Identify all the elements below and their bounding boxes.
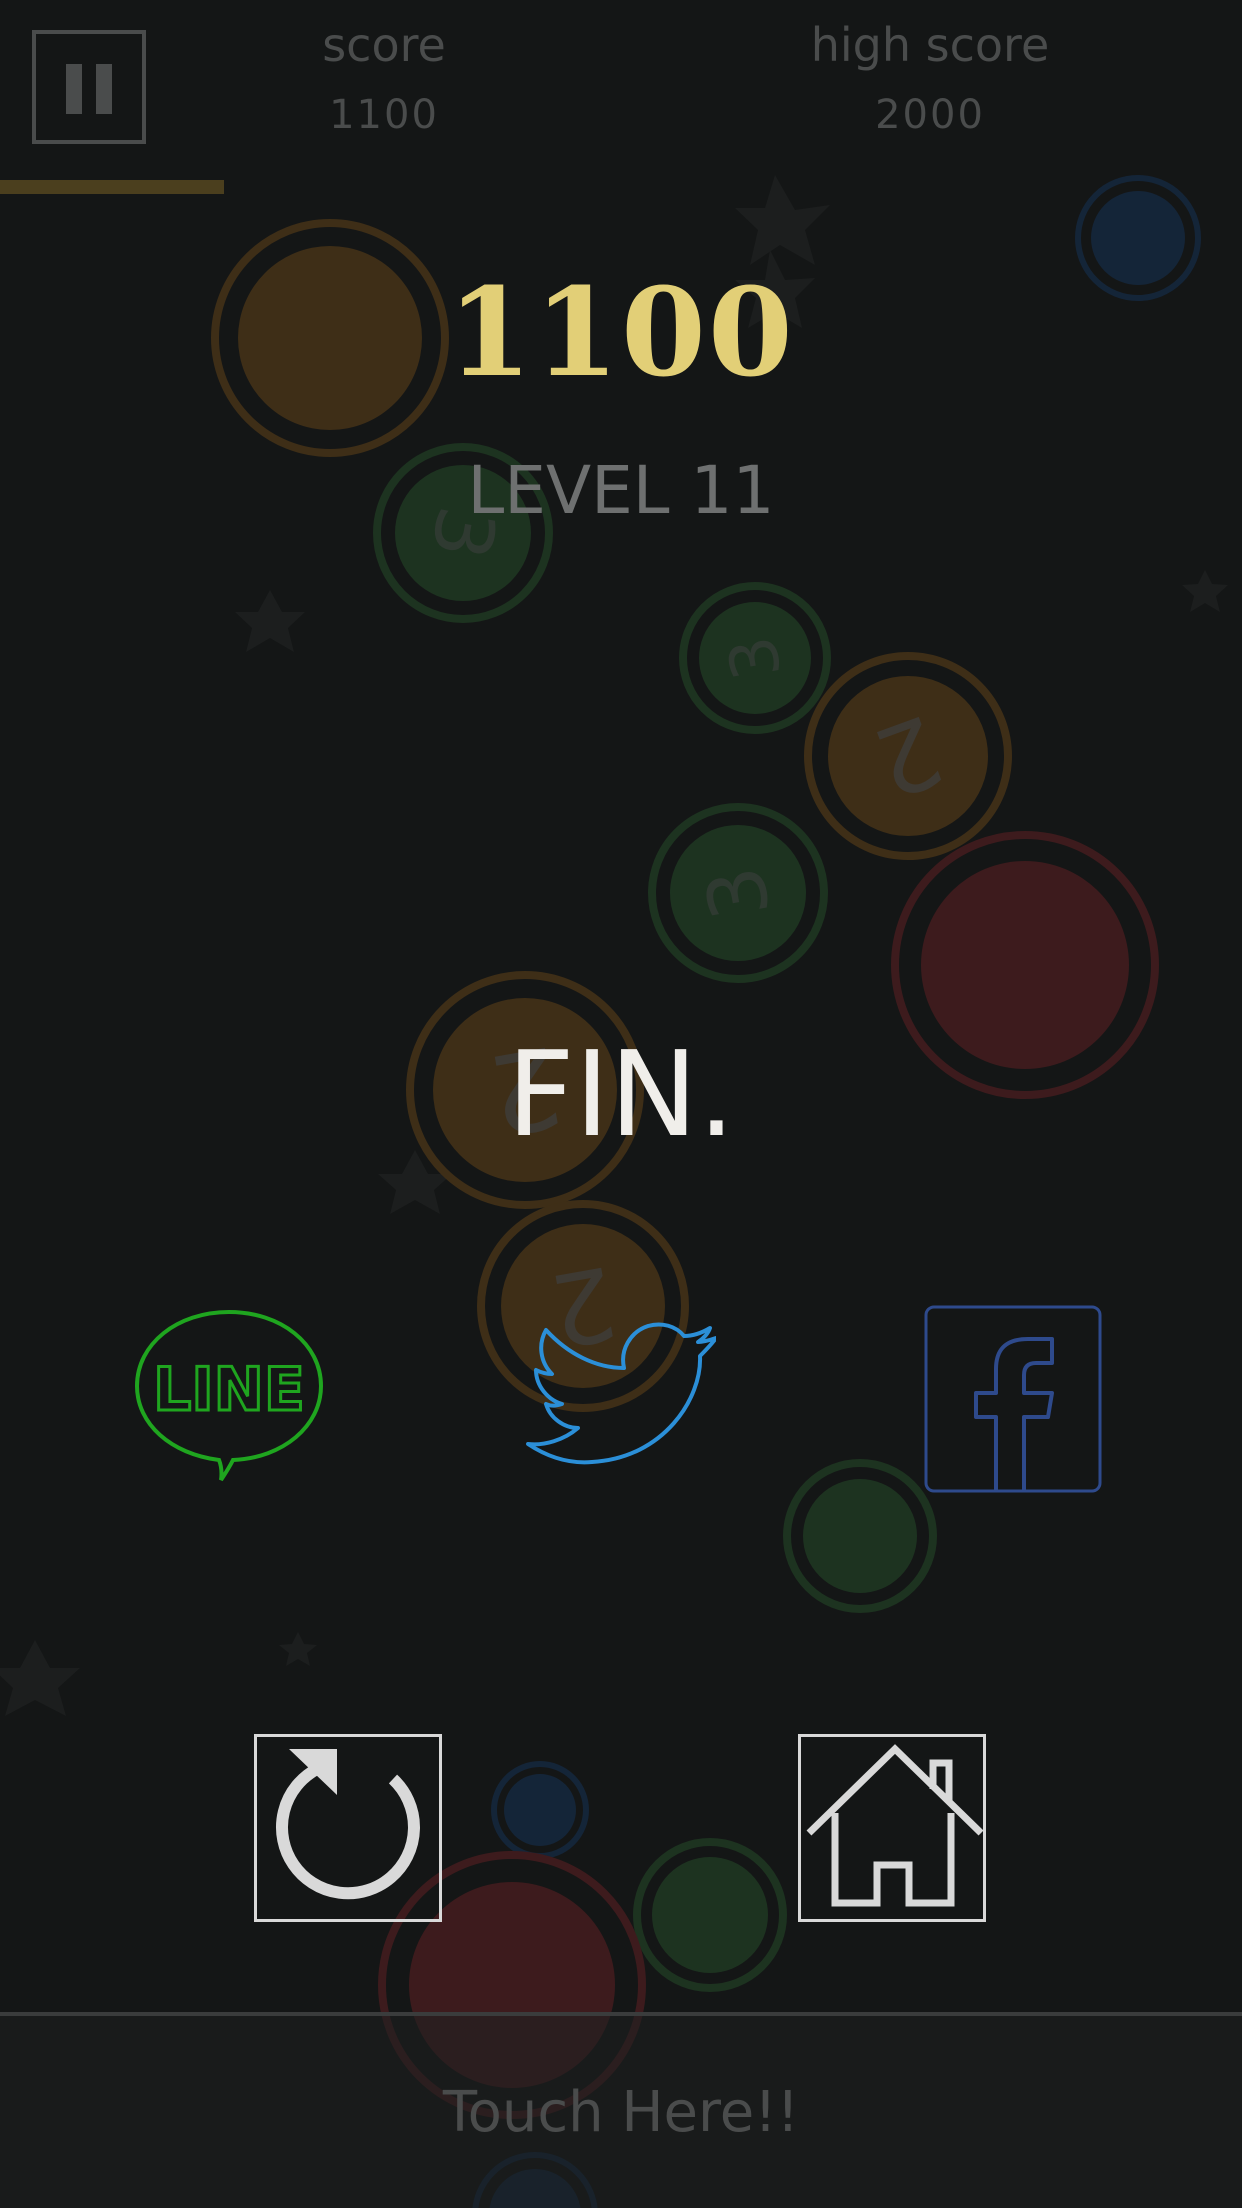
line-icon: LINE [134,1309,324,1482]
level-progress-fill [0,180,224,194]
star-shape [279,1632,317,1666]
bubble [783,1459,937,1613]
home-button[interactable] [798,1734,986,1922]
game-over-screen: 3 3 2 3 2 2 score 1100 high score 2000 1… [0,0,1242,2208]
restart-icon [276,1749,420,1900]
star-shape [1182,570,1228,612]
bubble: 3 [648,803,828,983]
pause-button[interactable] [32,30,146,144]
star-shape [0,1640,80,1716]
bubble [633,1838,787,1992]
game-over-message: FIN. [506,1025,736,1163]
star-shape [235,590,305,652]
level-label: LEVEL 11 [467,452,775,529]
score-label: score [322,18,446,72]
final-score: 1100 [447,260,795,404]
line-share-button[interactable]: LINE [133,1308,325,1490]
high-score-label: high score [810,18,1050,72]
pause-icon-bar-left [66,64,82,114]
level-progress-bar [0,180,1242,194]
score-value: 1100 [329,92,439,138]
touch-label: Touch Here!! [442,2080,800,2145]
high-score-value: 2000 [875,92,985,138]
twitter-bird-icon [526,1322,718,1465]
twitter-share-button[interactable] [524,1322,718,1470]
pause-icon-bar-right [96,64,112,114]
facebook-icon [924,1305,1102,1493]
touch-area[interactable]: Touch Here!! [0,2012,1242,2208]
restart-button[interactable] [254,1734,442,1922]
home-icon [806,1744,984,1907]
bubble: 3 [679,582,831,734]
facebook-share-button[interactable] [924,1305,1102,1493]
bubble: 2 [804,652,1012,860]
line-text: LINE [153,1355,305,1425]
bubble [491,1761,589,1859]
